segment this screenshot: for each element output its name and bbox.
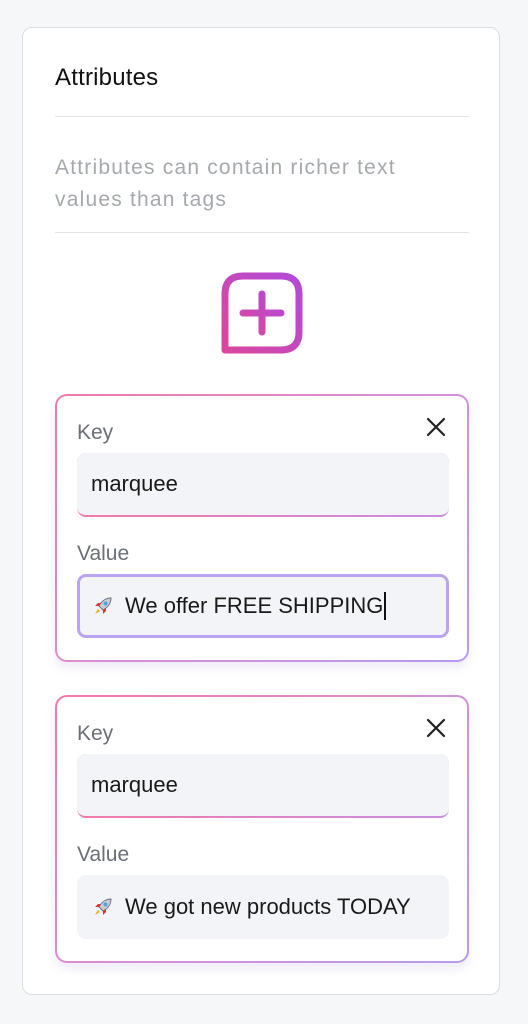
key-input[interactable]: marquee xyxy=(77,453,449,517)
plus-square-icon xyxy=(221,272,303,354)
close-icon xyxy=(423,715,449,741)
key-input-value: marquee xyxy=(91,471,178,496)
text-caret xyxy=(384,592,387,620)
key-input-value: marquee xyxy=(91,772,178,797)
value-input-text: We offer FREE SHIPPING xyxy=(125,593,384,618)
value-input[interactable]: We got new products TODAY xyxy=(77,875,449,939)
key-label: Key xyxy=(77,722,114,745)
key-input[interactable]: marquee xyxy=(77,754,449,818)
description-divider xyxy=(55,232,469,233)
attributes-panel: Attributes Attributes can contain richer… xyxy=(22,27,500,995)
add-attribute-button[interactable] xyxy=(221,272,303,354)
panel-description: Attributes can contain richer text value… xyxy=(55,156,396,211)
value-input-text: We got new products TODAY xyxy=(125,894,411,919)
value-label: Value xyxy=(77,843,130,866)
attribute-card: Key marquee Value We offer FREE SHIPPING xyxy=(55,394,469,662)
value-input[interactable]: We offer FREE SHIPPING xyxy=(77,574,449,638)
value-label: Value xyxy=(77,542,130,565)
panel-title: Attributes xyxy=(55,64,159,91)
close-icon xyxy=(423,414,449,440)
title-divider xyxy=(55,116,469,117)
key-label: Key xyxy=(77,421,114,444)
rocket-icon xyxy=(91,895,115,919)
rocket-icon xyxy=(91,594,115,618)
remove-attribute-button[interactable] xyxy=(423,715,449,741)
attribute-card: Key marquee Value We got new products TO… xyxy=(55,695,469,963)
remove-attribute-button[interactable] xyxy=(423,414,449,440)
